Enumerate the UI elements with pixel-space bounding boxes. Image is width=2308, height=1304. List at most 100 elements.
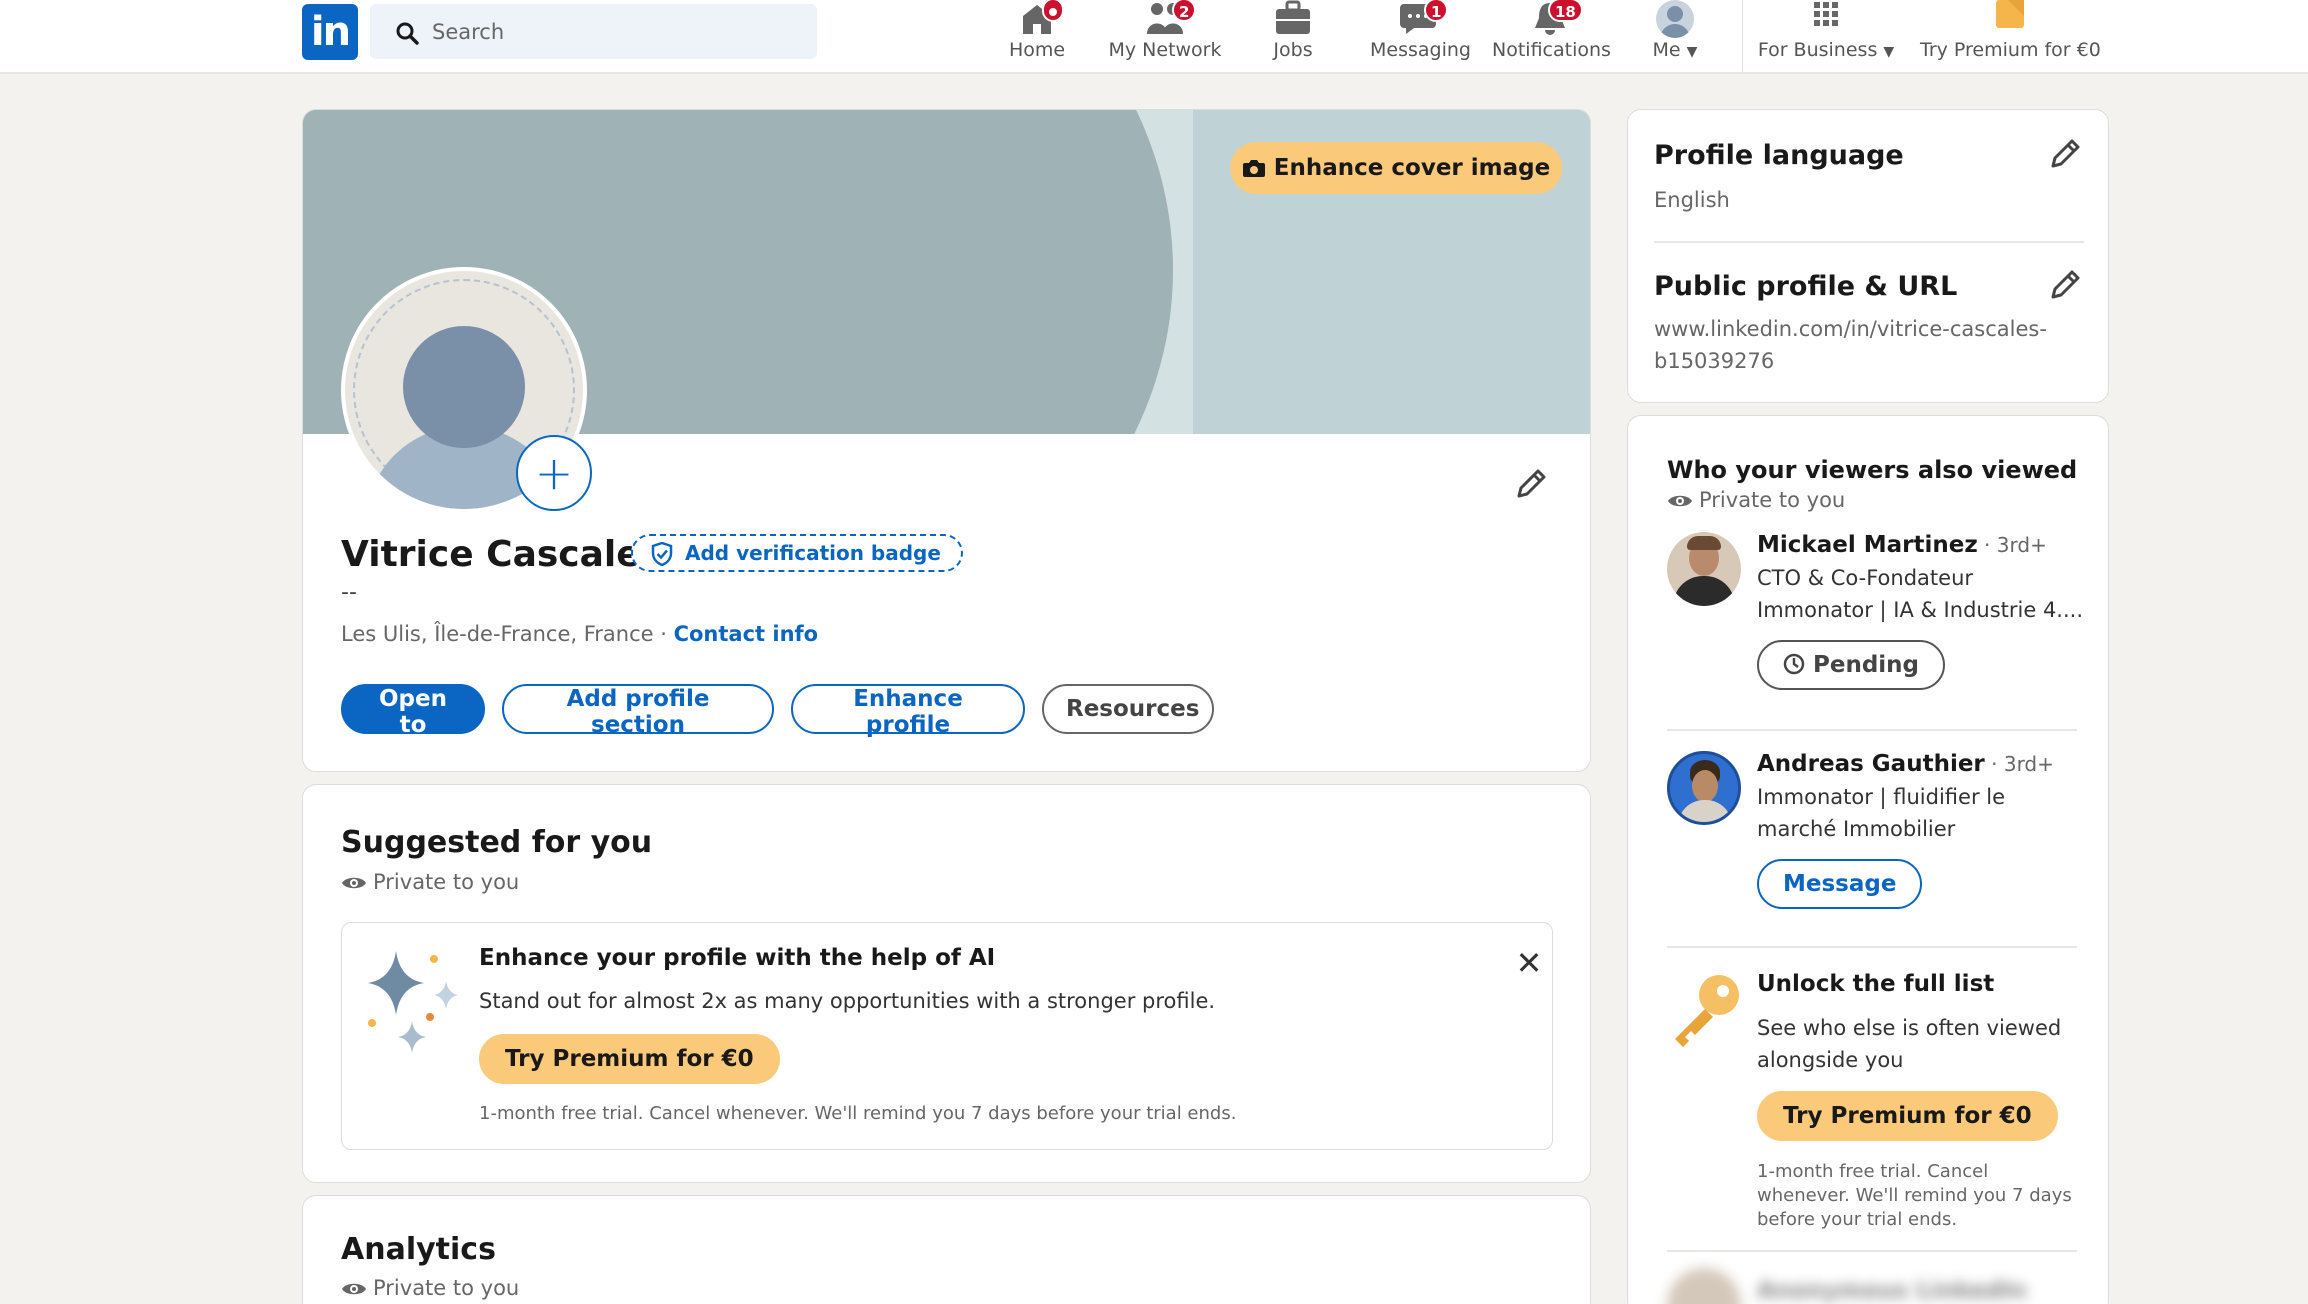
pending-button[interactable]: Pending: [1757, 640, 1946, 690]
search-box[interactable]: [370, 4, 817, 59]
message-button[interactable]: Message: [1757, 859, 1923, 909]
try-premium-button[interactable]: Try Premium for €0: [479, 1034, 780, 1084]
search-icon: [396, 22, 419, 45]
eye-icon: [1668, 495, 1692, 507]
connection-degree: · 3rd+: [1984, 752, 2054, 776]
edit-language-pencil-icon[interactable]: [2045, 134, 2085, 174]
nav-for-business[interactable]: For Business ▼: [1756, 0, 1896, 72]
nav-my-network-label: My Network: [1108, 39, 1222, 61]
profile-location-line: Les Ulis, Île-de-France, France · Contac…: [341, 622, 818, 646]
enhance-profile-button[interactable]: Enhance profile: [791, 684, 1025, 738]
camera-icon: [1242, 160, 1265, 177]
add-photo-button[interactable]: +: [516, 435, 592, 511]
nav-try-premium-label: Try Premium for €0: [1920, 39, 2101, 61]
enhance-cover-button[interactable]: Enhance cover image: [1230, 142, 1562, 194]
person-headline-1: CTO & Co-Fondateur: [1757, 566, 1974, 590]
ai-enhance-description: Stand out for almost 2x as many opportun…: [479, 989, 1216, 1013]
verification-label: Add verification badge: [685, 541, 941, 565]
nav-for-business-label: For Business: [1757, 39, 1878, 61]
person-name[interactable]: Mickael Martinez: [1757, 532, 1978, 558]
eye-icon: [342, 877, 366, 889]
profile-headline: --: [341, 580, 357, 605]
eye-icon: [342, 1283, 366, 1295]
blurred-list-item: Anonymous LinkedIn: [1667, 1268, 2077, 1304]
resources-button[interactable]: Resources: [1042, 684, 1214, 734]
nav-notifications[interactable]: 18 Notifications: [1492, 0, 1611, 72]
divider: [1667, 946, 2077, 948]
top-navigation: in Home 2 My Network Jobs 1 Messaging 18…: [0, 0, 2308, 74]
analytics-privacy: Private to you: [341, 1276, 519, 1300]
ai-enhance-title: Enhance your profile with the help of AI: [479, 945, 996, 971]
profile-card: Enhance cover image + Vitrice Cascales A…: [302, 109, 1591, 772]
nav-me[interactable]: Me ▼: [1640, 0, 1710, 72]
viewers-also-viewed-card: Who your viewers also viewed Private to …: [1627, 415, 2109, 1304]
edit-intro-pencil-icon[interactable]: [1511, 464, 1551, 504]
messaging-badge: 1: [1424, 0, 1449, 22]
nav-jobs[interactable]: Jobs: [1260, 0, 1326, 72]
briefcase-icon: [1276, 0, 1310, 34]
network-badge: 2: [1172, 0, 1197, 22]
blurred-name: Anonymous LinkedIn: [1757, 1278, 2027, 1304]
chevron-down-icon: ▼: [1686, 44, 1698, 60]
public-profile-url: www.linkedin.com/in/vitrice-cascales- b1…: [1654, 313, 2047, 377]
add-verification-badge-button[interactable]: Add verification badge: [631, 534, 963, 572]
nav-me-label: Me: [1652, 39, 1681, 61]
open-to-button[interactable]: Open to: [341, 684, 485, 738]
nav-messaging-label: Messaging: [1370, 39, 1471, 61]
unlock-premium-button[interactable]: Try Premium for €0: [1757, 1091, 2058, 1141]
analytics-privacy-label: Private to you: [373, 1276, 520, 1300]
divider: [1667, 1250, 2077, 1252]
nav-jobs-label: Jobs: [1273, 39, 1313, 61]
nav-home-label: Home: [1008, 39, 1066, 61]
ai-trial-note: 1-month free trial. Cancel whenever. We'…: [479, 1103, 1237, 1124]
unlock-trial-note: 1-month free trial. Cancel whenever. We'…: [1757, 1161, 2072, 1230]
chevron-down-icon: ▼: [1883, 44, 1895, 60]
public-profile-url-line-2: b15039276: [1654, 349, 1775, 373]
unlock-title: Unlock the full list: [1757, 971, 1995, 997]
viewers-title: Who your viewers also viewed: [1667, 456, 2078, 484]
suggested-privacy-label: Private to you: [373, 870, 520, 894]
suggested-title: Suggested for you: [341, 825, 653, 860]
connection-degree: · 3rd+: [1977, 533, 2047, 557]
person-name-line[interactable]: Andreas Gauthier · 3rd+: [1757, 751, 2054, 777]
search-input[interactable]: [432, 4, 802, 59]
grid-icon: [1814, 2, 1838, 26]
analytics-title: Analytics: [341, 1232, 496, 1267]
nav-messaging[interactable]: 1 Messaging: [1370, 0, 1471, 72]
public-profile-url-line-1: www.linkedin.com/in/vitrice-cascales-: [1654, 317, 2047, 341]
edit-url-pencil-icon[interactable]: [2045, 265, 2085, 305]
nav-notifications-label: Notifications: [1492, 39, 1611, 61]
clock-icon: [1783, 653, 1805, 675]
suggested-card: Suggested for you Private to you Enhance…: [302, 784, 1591, 1183]
viewers-privacy: Private to you: [1667, 488, 1845, 512]
avatar[interactable]: [1667, 532, 1741, 606]
plus-icon: +: [534, 446, 574, 500]
nav-my-network[interactable]: 2 My Network: [1108, 0, 1222, 72]
nav-home[interactable]: Home: [1000, 0, 1074, 72]
section-divider: [1654, 241, 2084, 243]
photo-placeholder-head: [403, 326, 525, 448]
person-headline-2: marché Immobilier: [1757, 817, 1956, 841]
notifications-badge: 18: [1548, 0, 1583, 22]
premium-icon: [1996, 0, 2024, 28]
unlock-description: See who else is often viewed alongside y…: [1757, 1016, 2062, 1072]
list-item: Mickael Martinez · 3rd+ CTO & Co-Fondate…: [1667, 532, 2083, 722]
list-item: Andreas Gauthier · 3rd+ Immonator | flui…: [1667, 751, 2077, 941]
profile-settings-card: Profile language English Public profile …: [1627, 109, 2109, 403]
profile-location: Les Ulis, Île-de-France, France ·: [341, 622, 674, 646]
nav-for-business-label-wrap: For Business ▼: [1756, 39, 1896, 61]
profile-name: Vitrice Cascales: [341, 534, 663, 575]
public-profile-title: Public profile & URL: [1654, 271, 1958, 302]
nav-me-label-wrap: Me ▼: [1640, 39, 1710, 61]
shield-check-icon: [651, 542, 673, 566]
contact-info-link[interactable]: Contact info: [674, 622, 819, 646]
add-profile-section-button[interactable]: Add profile section: [502, 684, 774, 738]
linkedin-logo[interactable]: in: [302, 4, 358, 60]
profile-language-value: English: [1654, 188, 1730, 212]
person-name[interactable]: Andreas Gauthier: [1757, 751, 1985, 777]
person-name-line[interactable]: Mickael Martinez · 3rd+: [1757, 532, 2047, 558]
avatar[interactable]: [1667, 751, 1741, 825]
viewers-privacy-label: Private to you: [1699, 488, 1846, 512]
nav-try-premium[interactable]: Try Premium for €0: [1920, 0, 2101, 72]
close-icon[interactable]: ✕: [1509, 943, 1549, 983]
